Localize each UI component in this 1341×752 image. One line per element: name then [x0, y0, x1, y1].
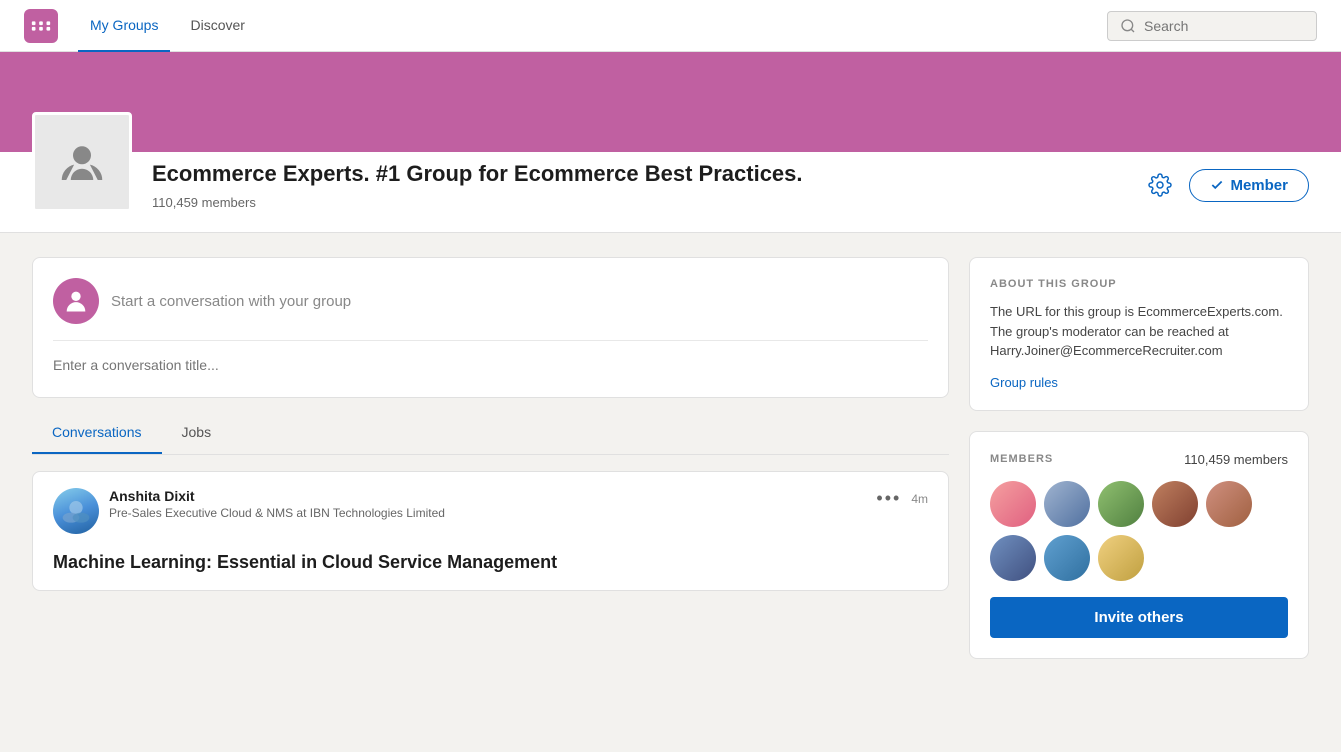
- checkmark-icon: [1210, 178, 1224, 192]
- group-info: Ecommerce Experts. #1 Group for Ecommerc…: [152, 152, 1123, 210]
- member-avatar-1: [990, 481, 1036, 527]
- group-title: Ecommerce Experts. #1 Group for Ecommerc…: [152, 160, 932, 189]
- members-header: MEMBERS 110,459 members: [990, 452, 1288, 467]
- group-banner: [0, 52, 1341, 152]
- app-logo: [24, 9, 58, 43]
- search-input[interactable]: [1144, 18, 1304, 34]
- nav-links: My Groups Discover: [78, 0, 1107, 52]
- members-section-title: MEMBERS: [990, 453, 1053, 465]
- post-meta: Anshita Dixit Pre-Sales Executive Cloud …: [109, 488, 445, 520]
- post-author-avatar: [53, 488, 99, 534]
- user-avatar: [53, 278, 99, 324]
- member-avatar-8: [1098, 535, 1144, 581]
- member-avatar-2: [1044, 481, 1090, 527]
- member-avatar-5: [1206, 481, 1252, 527]
- post-time: 4m: [911, 492, 928, 506]
- invite-others-button[interactable]: Invite others: [990, 597, 1288, 638]
- post-author-name: Anshita Dixit: [109, 488, 445, 504]
- members-avatars: [990, 481, 1288, 581]
- tab-conversations[interactable]: Conversations: [32, 414, 162, 454]
- group-members-count: 110,459 members: [152, 195, 1123, 210]
- tab-jobs[interactable]: Jobs: [162, 414, 232, 454]
- conv-prompt[interactable]: Start a conversation with your group: [111, 293, 351, 310]
- post-card: Anshita Dixit Pre-Sales Executive Cloud …: [32, 471, 949, 591]
- nav-my-groups[interactable]: My Groups: [78, 0, 170, 52]
- post-author: Anshita Dixit Pre-Sales Executive Cloud …: [53, 488, 445, 534]
- feed-column: Start a conversation with your group Con…: [32, 257, 949, 659]
- group-header: Ecommerce Experts. #1 Group for Ecommerc…: [0, 152, 1341, 233]
- navbar: My Groups Discover: [0, 0, 1341, 52]
- conversation-title-input[interactable]: [53, 353, 928, 377]
- member-avatar-3: [1098, 481, 1144, 527]
- search-bar[interactable]: [1107, 11, 1317, 41]
- settings-button[interactable]: [1143, 168, 1177, 202]
- nav-discover[interactable]: Discover: [178, 0, 256, 52]
- post-actions: ••• 4m: [876, 488, 928, 509]
- sidebar: ABOUT THIS GROUP The URL for this group …: [969, 257, 1309, 659]
- post-title: Machine Learning: Essential in Cloud Ser…: [53, 550, 928, 574]
- members-box: MEMBERS 110,459 members Invite others: [969, 431, 1309, 659]
- post-header: Anshita Dixit Pre-Sales Executive Cloud …: [53, 488, 928, 534]
- member-avatar-4: [1152, 481, 1198, 527]
- search-icon: [1120, 18, 1136, 34]
- post-more-button[interactable]: •••: [876, 488, 901, 509]
- member-avatar-6: [990, 535, 1036, 581]
- members-count: 110,459 members: [1184, 452, 1288, 467]
- about-box: ABOUT THIS GROUP The URL for this group …: [969, 257, 1309, 411]
- conversation-box: Start a conversation with your group: [32, 257, 949, 398]
- post-author-subtitle: Pre-Sales Executive Cloud & NMS at IBN T…: [109, 506, 445, 520]
- group-actions: Member: [1143, 152, 1309, 202]
- about-text: The URL for this group is EcommerceExper…: [990, 302, 1288, 361]
- group-rules-link[interactable]: Group rules: [990, 375, 1288, 390]
- group-logo: [32, 112, 132, 212]
- member-avatar-7: [1044, 535, 1090, 581]
- member-button[interactable]: Member: [1189, 169, 1309, 202]
- conv-start-row: Start a conversation with your group: [53, 278, 928, 341]
- main-content: Start a conversation with your group Con…: [0, 233, 1341, 683]
- about-section-title: ABOUT THIS GROUP: [990, 278, 1288, 290]
- tabs-bar: Conversations Jobs: [32, 414, 949, 455]
